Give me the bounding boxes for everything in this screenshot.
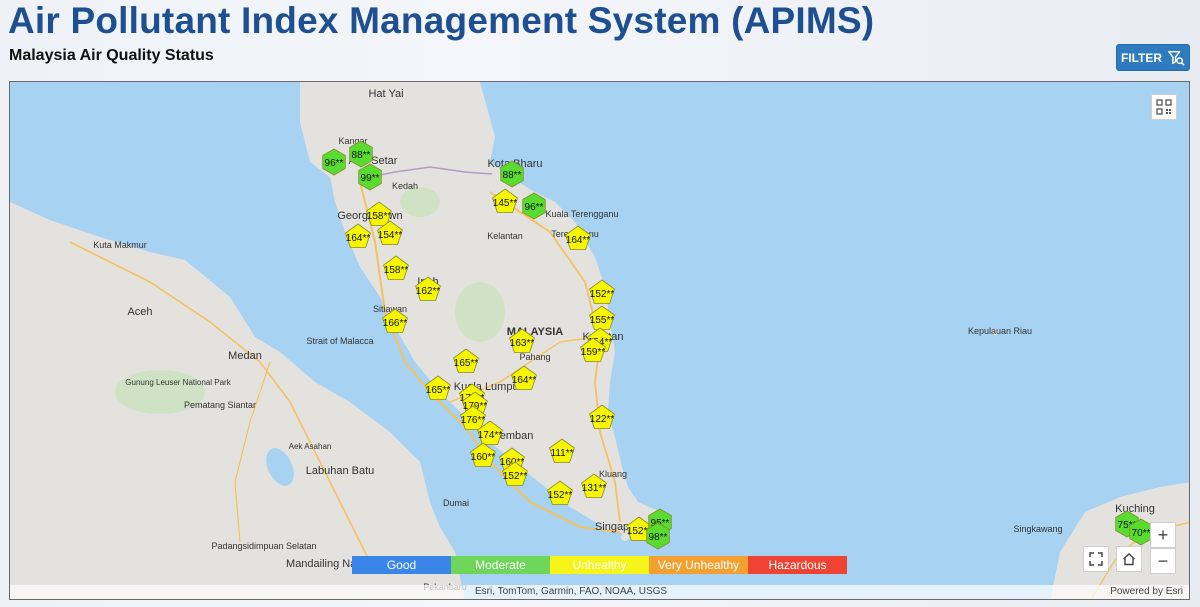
station-api-value: 88**	[503, 170, 522, 181]
station-api-value: 163**	[510, 338, 535, 349]
place-label: Gunung Leuser National Park	[125, 378, 231, 387]
place-label: Kepulauan Riau	[968, 326, 1032, 336]
station-api-value: 160**	[471, 452, 496, 463]
legend-item-moderate: Moderate	[451, 556, 550, 574]
map-canvas[interactable]: Hat YaiKangarAlor SetarKedahGeorge TownI…	[10, 82, 1190, 600]
station-api-value: 164**	[566, 235, 591, 246]
park-area	[400, 187, 440, 217]
place-label: Kelantan	[487, 231, 523, 241]
station-api-value: 145**	[493, 198, 518, 209]
zoom-in-button[interactable]: +	[1150, 522, 1176, 548]
station-api-value: 174**	[478, 430, 503, 441]
station-api-value: 158**	[384, 265, 409, 276]
station-api-value: 131**	[582, 483, 607, 494]
home-button[interactable]	[1116, 546, 1142, 572]
legend-item-very-unhealthy: Very Unhealthy	[649, 556, 748, 574]
station-api-value: 158**	[367, 211, 392, 222]
legend-item-unhealthy: Unhealthy	[550, 556, 649, 574]
filter-label: FILTER	[1120, 50, 1163, 65]
station-api-value: 154**	[378, 230, 403, 241]
home-icon	[1123, 553, 1135, 566]
legend-item-good: Good	[352, 556, 451, 574]
place-label: Dumai	[443, 498, 469, 508]
qr-code-icon	[1156, 99, 1172, 115]
place-label: Kluang	[599, 469, 627, 479]
station-api-value: 165**	[454, 358, 479, 369]
station-api-value: 166**	[383, 318, 408, 329]
station-api-value: 96**	[325, 158, 344, 169]
attribution-powered[interactable]: Powered by Esri	[1110, 586, 1183, 597]
station-api-value: 162**	[416, 286, 441, 297]
station-api-value: 98**	[649, 532, 668, 543]
zoom-out-button[interactable]: −	[1150, 548, 1176, 574]
place-label: Singkawang	[1013, 524, 1062, 534]
station-api-value: 99**	[361, 173, 380, 184]
place-label: Padangsidimpuan Selatan	[211, 541, 316, 551]
station-api-value: 70**	[1132, 528, 1151, 539]
place-label: Kedah	[392, 181, 418, 191]
fullscreen-icon	[1089, 552, 1103, 566]
filter-search-icon	[1168, 50, 1185, 66]
station-api-value: 164**	[346, 233, 371, 244]
map-attribution: Esri, TomTom, Garmin, FAO, NOAA, USGS Po…	[10, 585, 1189, 599]
station-api-value: 111**	[551, 448, 574, 459]
place-label: Labuhan Batu	[306, 465, 375, 477]
page-subtitle: Malaysia Air Quality Status	[9, 47, 214, 64]
station-api-value: 122**	[590, 414, 615, 425]
fullscreen-button[interactable]	[1083, 546, 1109, 572]
app-title: Air Pollutant Index Management System (A…	[8, 0, 875, 41]
station-api-value: 152**	[590, 289, 615, 300]
station-api-value: 155**	[590, 315, 615, 326]
place-label: Pahang	[519, 352, 550, 362]
park-area	[455, 282, 505, 342]
place-label: Hat Yai	[368, 88, 403, 100]
place-label: Medan	[228, 350, 262, 362]
place-label: Kuta Makmur	[93, 240, 147, 250]
place-label: Aek Asahan	[289, 442, 332, 451]
station-api-value: 96**	[525, 202, 544, 213]
place-label: Pematang Siantar	[184, 400, 256, 410]
station-api-value: 152**	[503, 471, 528, 482]
map-view[interactable]: Hat YaiKangarAlor SetarKedahGeorge TownI…	[9, 81, 1190, 600]
qr-code-button[interactable]	[1151, 94, 1177, 120]
station-api-value: 88**	[352, 150, 371, 161]
filter-button[interactable]: FILTER	[1116, 44, 1190, 71]
attribution-sources: Esri, TomTom, Garmin, FAO, NOAA, USGS	[475, 586, 668, 597]
aqi-legend: Good Moderate Unhealthy Very Unhealthy Hazar…	[352, 556, 847, 574]
place-label: Kuala Terengganu	[546, 209, 619, 219]
place-label: Aceh	[127, 306, 152, 318]
place-label: Strait of Malacca	[306, 336, 373, 346]
station-api-value: 159**	[581, 347, 606, 358]
station-api-value: 164**	[512, 375, 537, 386]
station-marker[interactable]: 160**	[470, 442, 496, 467]
place-label: Kuching	[1115, 503, 1155, 515]
station-api-value: 176**	[461, 415, 486, 426]
station-api-value: 152**	[548, 490, 573, 501]
legend-item-hazardous: Hazardous	[748, 556, 847, 574]
station-api-value: 165**	[426, 385, 451, 396]
